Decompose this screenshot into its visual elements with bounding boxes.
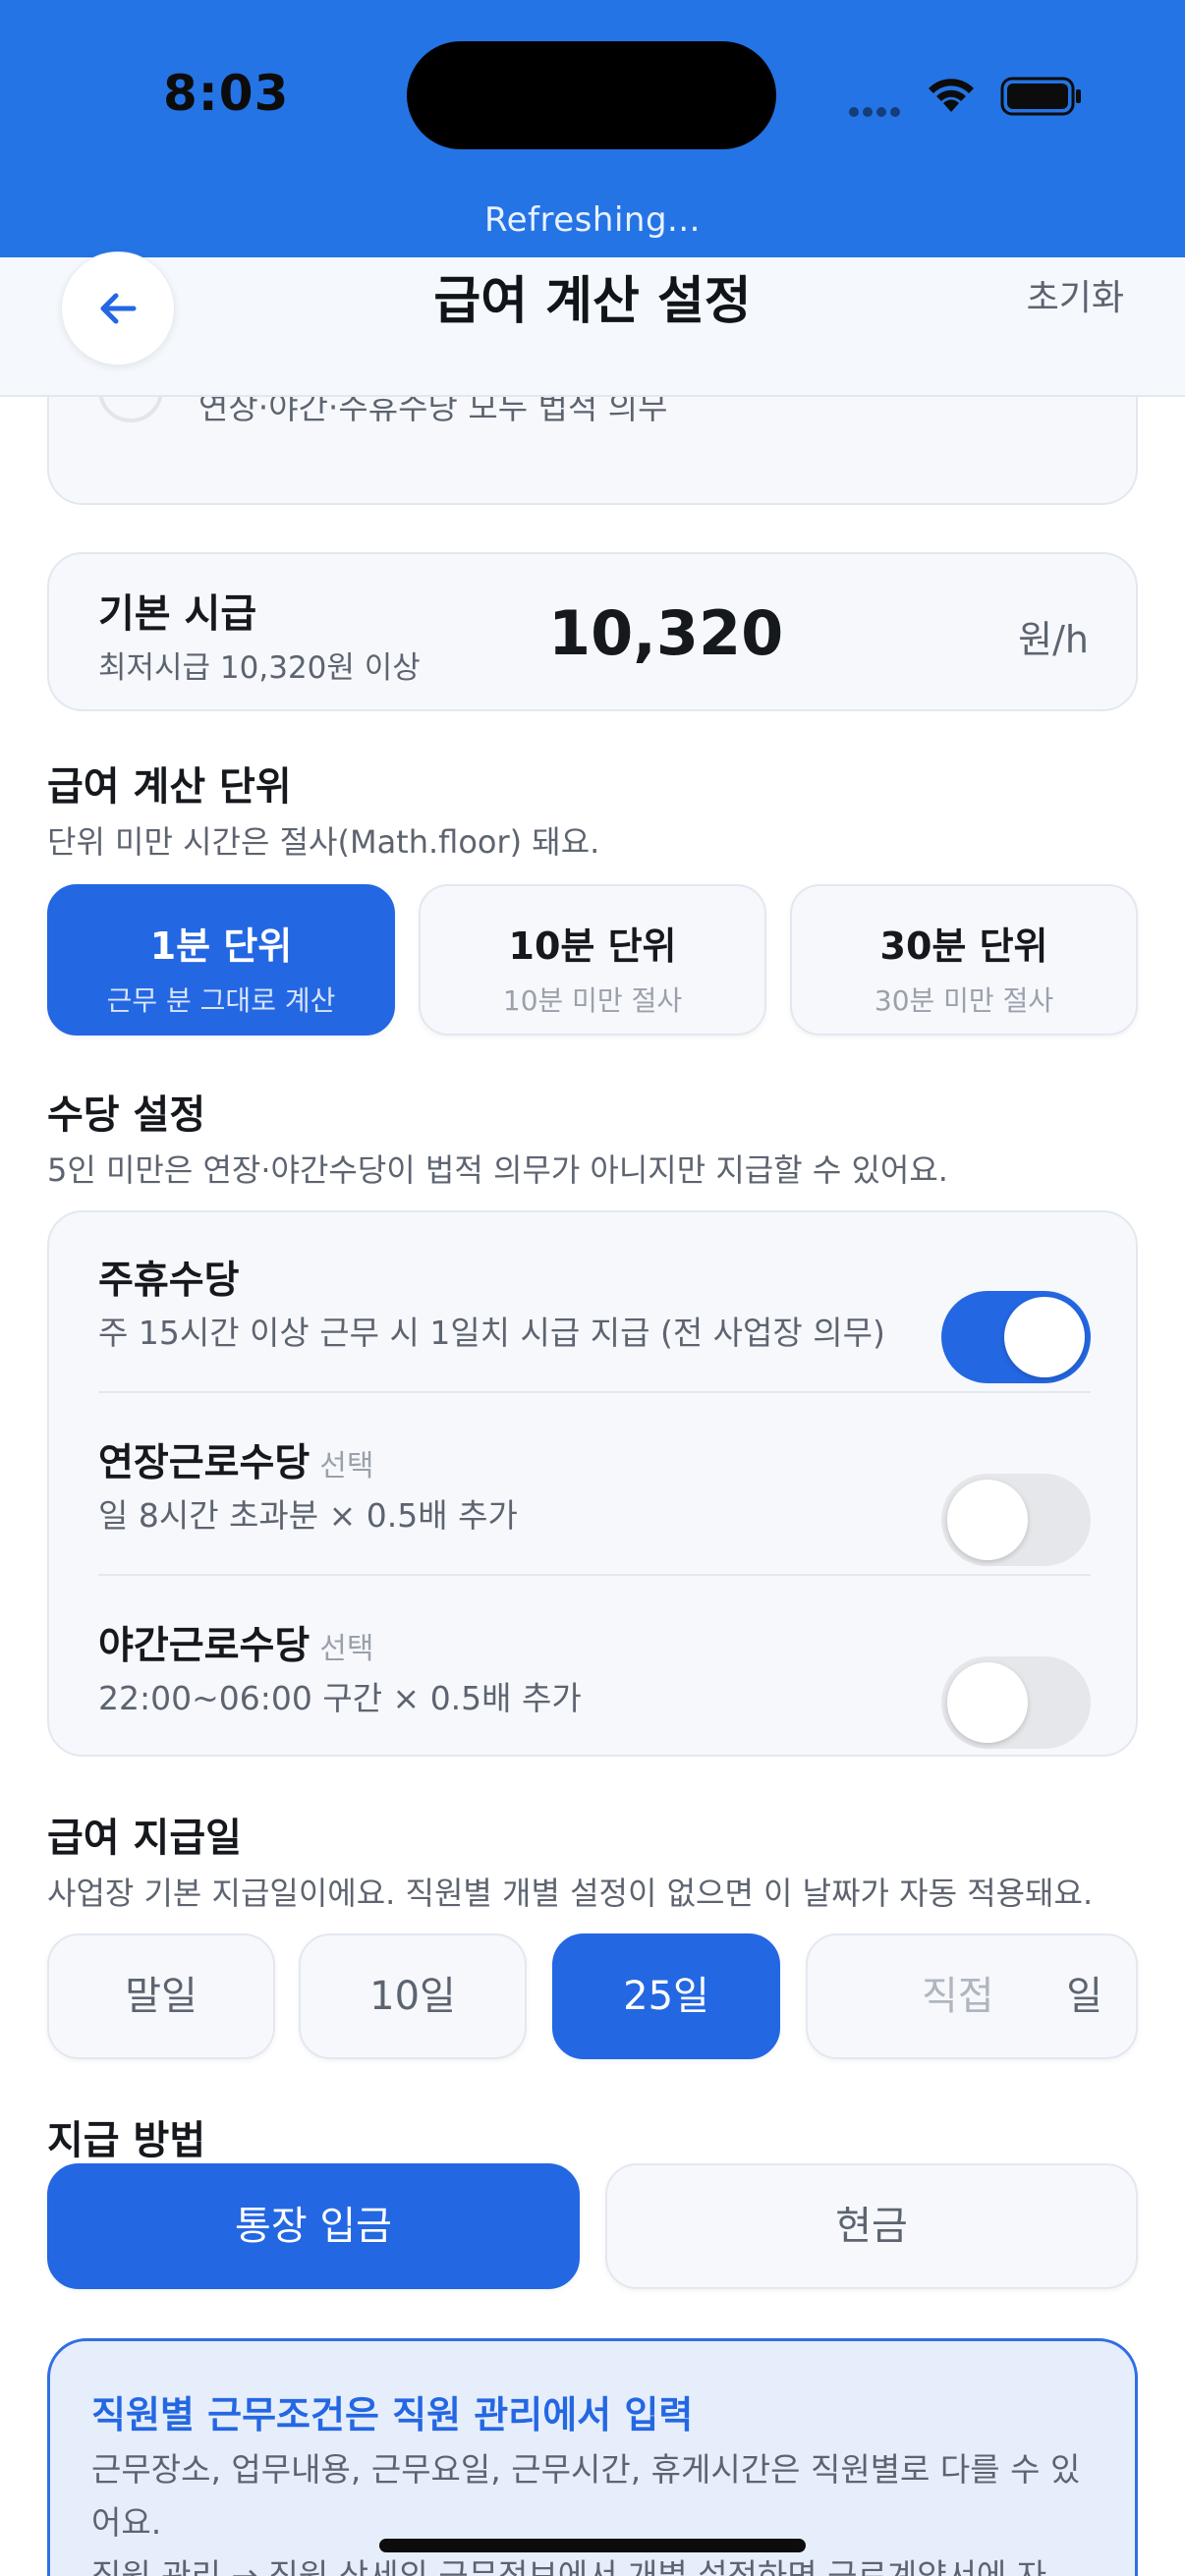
status-bar: 8:03 Refreshing... [0, 0, 1185, 257]
unit-option-sub: 30분 미만 절사 [874, 984, 1054, 1017]
unit-option-label: 1분 단위 [149, 924, 293, 968]
base-wage-label: 기본 시급 [98, 591, 257, 637]
payday-option-25[interactable]: 25일 [552, 1933, 780, 2059]
allowances-description: 5인 미만은 연장·야간수당이 법적 의무가 아니지만 지급할 수 있어요. [47, 1151, 948, 1189]
page-title: 급여 계산 설정 [433, 272, 752, 331]
calc-unit-title: 급여 계산 단위 [47, 764, 292, 810]
info-body-2: 직원 관리 → 직원 상세의 근무정보에서 개별 설정하면 근로계약서에 자 [91, 2556, 1047, 2576]
base-wage-input[interactable]: 10,320 [548, 597, 783, 669]
info-body: 근무장소, 업무내용, 근무요일, 근무시간, 휴게시간은 직원별로 다를 수 … [91, 2450, 1081, 2542]
unit-option-30min[interactable]: 30분 단위 30분 미만 절사 [790, 884, 1138, 1036]
payday-description: 사업장 기본 지급일이에요. 직원별 개별 설정이 없으면 이 날짜가 자동 적… [47, 1875, 1094, 1912]
allowances-card: 주휴수당 주 15시간 이상 근무 시 1일치 시급 지급 (전 사업장 의무)… [47, 1210, 1138, 1757]
battery-icon [1000, 77, 1083, 120]
direct-suffix: 일 [1066, 1974, 1102, 2019]
unit-option-1min[interactable]: 1분 단위 근무 분 그대로 계산 [47, 884, 395, 1036]
allowance-desc: 주 15시간 이상 근무 시 1일치 시급 지급 (전 사업장 의무) [98, 1314, 885, 1352]
payday-option-10[interactable]: 10일 [299, 1933, 527, 2059]
dynamic-island [407, 41, 776, 149]
overtime-allowance-toggle[interactable] [941, 1474, 1091, 1566]
unit-option-10min[interactable]: 10분 단위 10분 미만 절사 [419, 884, 766, 1036]
base-wage-card: 기본 시급 최저시급 10,320원 이상 10,320 원/h [47, 552, 1138, 711]
allowance-row-night: 야간근로수당 선택 22:00~06:00 구간 × 0.5배 추가 [98, 1615, 1091, 1749]
unit-option-sub: 근무 분 그대로 계산 [106, 984, 336, 1017]
payday-option-end[interactable]: 말일 [47, 1933, 275, 2059]
allowance-name: 야간근로수당 선택 [98, 1624, 374, 1668]
toggle-knob [947, 1480, 1028, 1560]
calc-unit-description: 단위 미만 시간은 절사(Math.floor) 돼요. [47, 823, 600, 861]
divider [98, 1391, 1091, 1393]
direct-placeholder: 직접 [922, 1974, 994, 2019]
signal-icon [849, 102, 908, 117]
payday-direct-input[interactable]: 직접 일 [806, 1933, 1138, 2059]
allowance-name: 연장근로수당 선택 [98, 1441, 374, 1485]
payday-title: 급여 지급일 [47, 1816, 242, 1861]
allowance-desc: 22:00~06:00 구간 × 0.5배 추가 [98, 1679, 582, 1717]
base-wage-hint: 최저시급 10,320원 이상 [98, 650, 421, 686]
optional-tag: 선택 [319, 1632, 374, 1666]
screen: 8:03 Refreshing... 급여 계산 설정 초기화 연장·야간·주휴… [0, 0, 1185, 2576]
unit-option-sub: 10분 미만 절사 [502, 984, 683, 1017]
unit-option-label: 10분 단위 [508, 924, 677, 968]
optional-tag: 선택 [319, 1449, 374, 1484]
allowance-desc: 일 8시간 초과분 × 0.5배 추가 [98, 1496, 518, 1535]
toggle-knob [1004, 1297, 1085, 1377]
pay-method-bank[interactable]: 통장 입금 [47, 2163, 580, 2289]
unit-option-label: 30분 단위 [879, 924, 1048, 968]
base-wage-unit: 원/h [1018, 618, 1089, 661]
night-allowance-toggle[interactable] [941, 1656, 1091, 1749]
pay-method-title: 지급 방법 [47, 2118, 206, 2163]
status-time: 8:03 [163, 65, 290, 122]
weekly-allowance-toggle[interactable] [941, 1291, 1091, 1383]
wifi-icon [924, 73, 979, 118]
divider [98, 1574, 1091, 1576]
pay-method-cash[interactable]: 현금 [605, 2163, 1138, 2289]
allowance-row-weekly: 주휴수당 주 15시간 이상 근무 시 1일치 시급 지급 (전 사업장 의무) [98, 1250, 1091, 1383]
allowance-name: 주휴수당 [98, 1259, 240, 1303]
allowance-row-overtime: 연장근로수당 선택 일 8시간 초과분 × 0.5배 추가 [98, 1432, 1091, 1566]
refresh-indicator: Refreshing... [484, 200, 701, 240]
toggle-knob [947, 1662, 1028, 1743]
allowances-title: 수당 설정 [47, 1092, 206, 1138]
home-indicator [379, 2539, 806, 2552]
info-title: 직원별 근무조건은 직원 관리에서 입력 [91, 2393, 694, 2436]
reset-button[interactable]: 초기화 [1027, 269, 1124, 320]
app-header: 급여 계산 설정 초기화 [0, 252, 1185, 397]
